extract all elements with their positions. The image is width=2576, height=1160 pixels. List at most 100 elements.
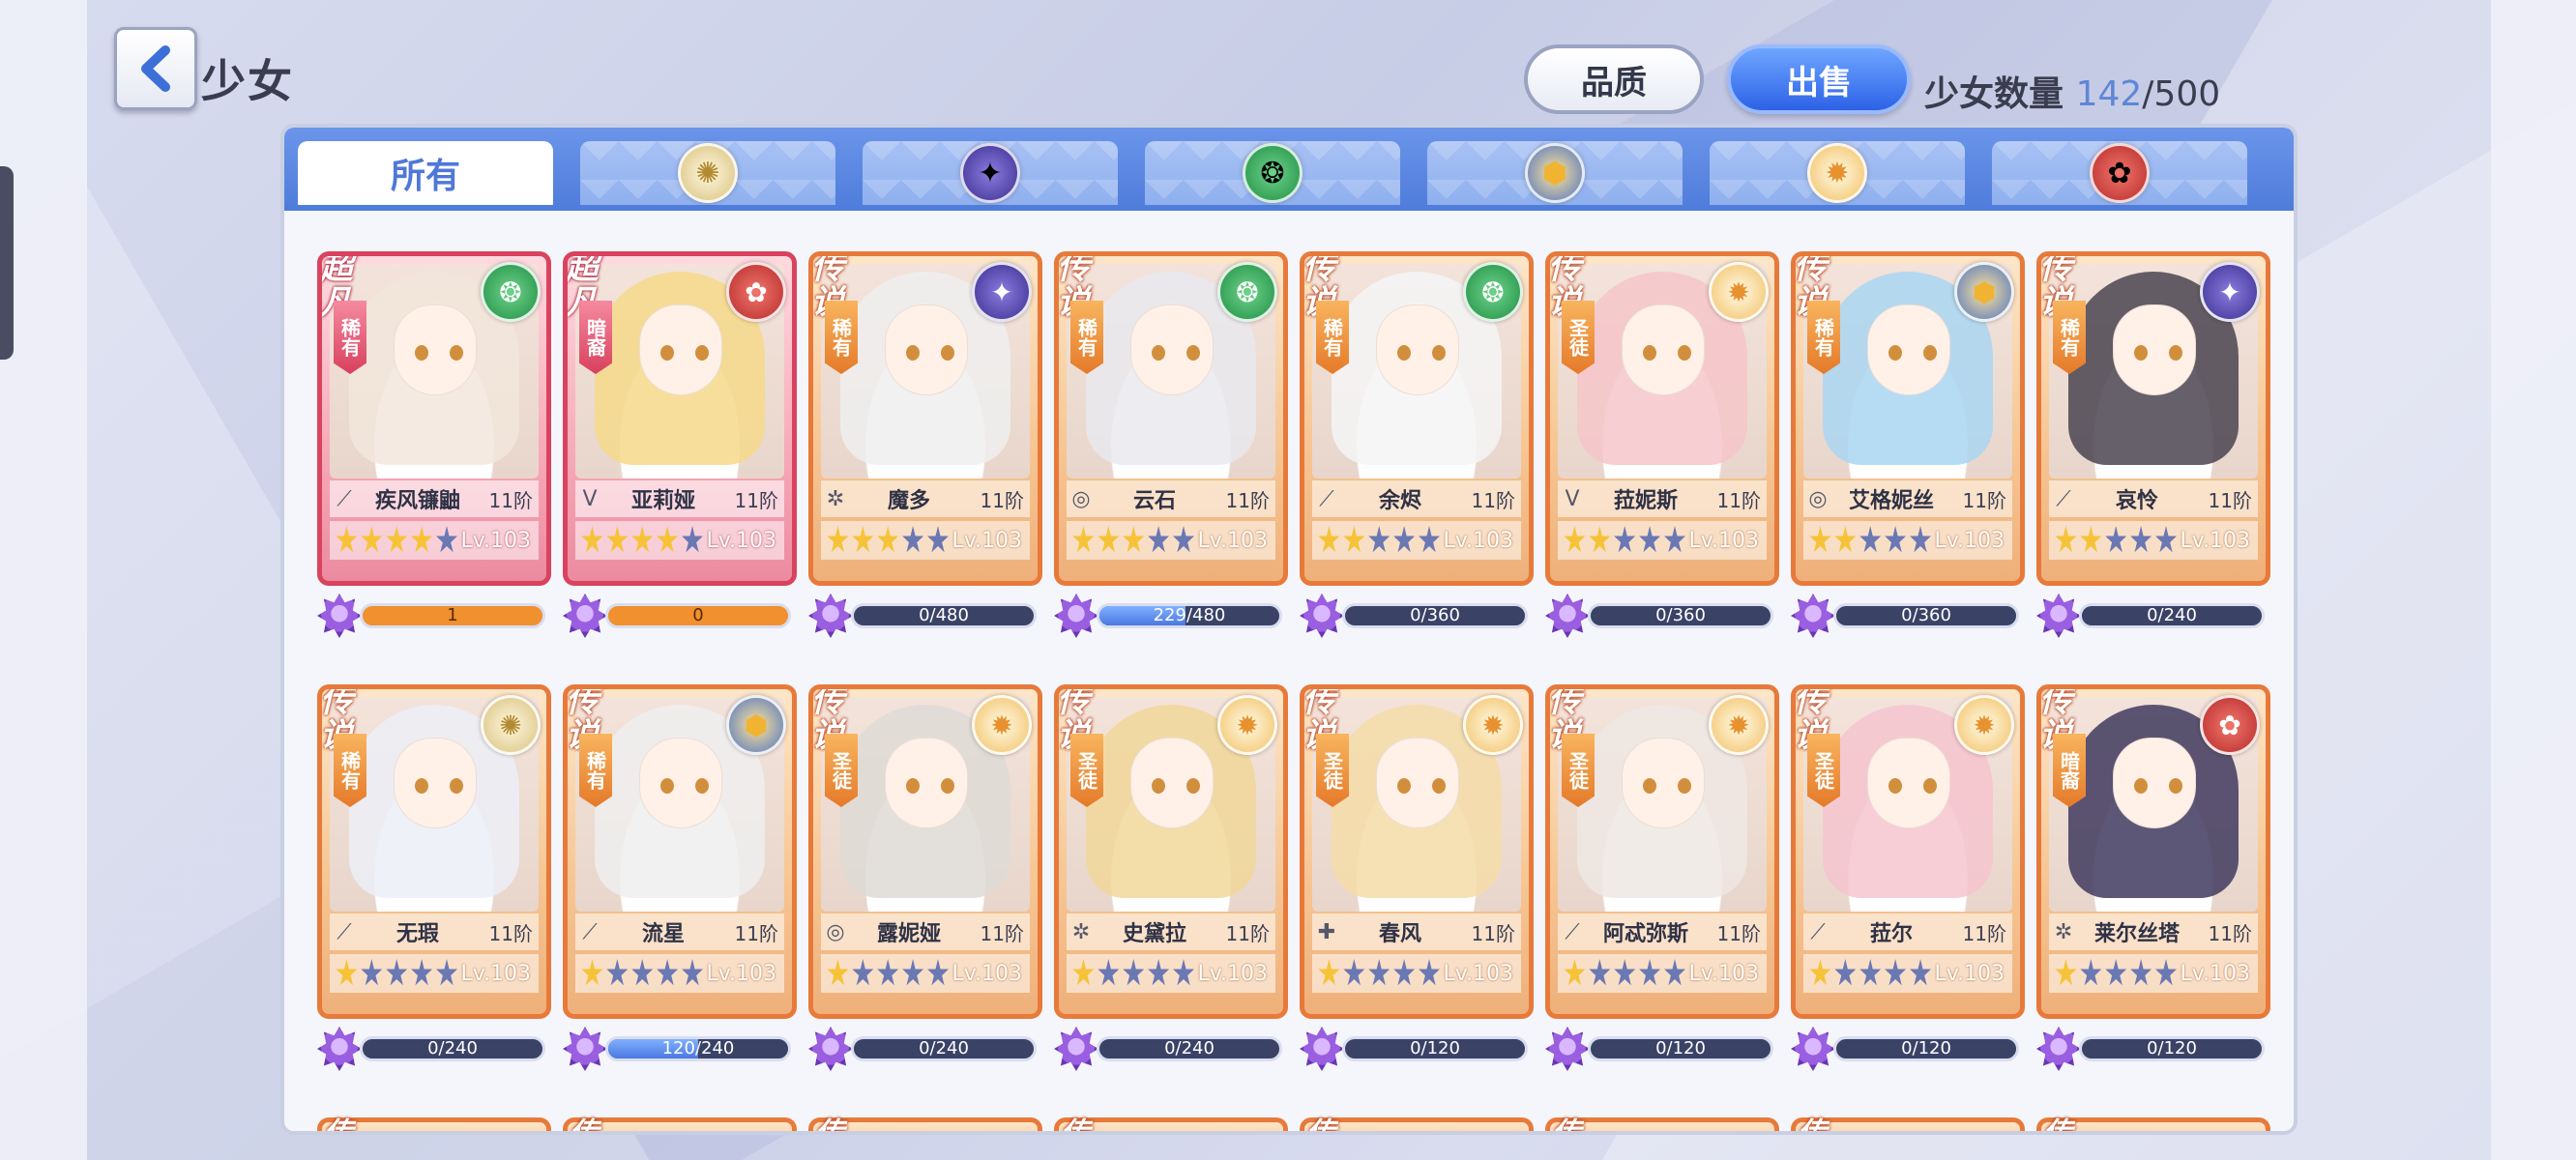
- girl-card-frame[interactable]: 传说圣徒 ✹ ◎ 露妮娅 11阶 Lv.103: [808, 684, 1042, 1019]
- girl-card-frame[interactable]: 传说稀有 ✦ ✲ 魔多 11阶 Lv.103: [808, 251, 1042, 586]
- girl-card-frame[interactable]: 传说稀有 ❂ ◎ 云石 11阶 Lv.103: [1054, 251, 1288, 586]
- fragment-progress: 0/240: [808, 1023, 1042, 1071]
- level-label: Lv.103: [1443, 961, 1514, 986]
- quality-sort-button[interactable]: 品质: [1524, 44, 1704, 114]
- class-icon: ⟋: [2056, 486, 2071, 511]
- fragment-progress: 1: [317, 590, 551, 638]
- fragment-count: 0/240: [2147, 605, 2197, 625]
- girl-card-partial[interactable]: 传: [1791, 1116, 2025, 1131]
- faction-ribbon: 稀有: [334, 301, 366, 374]
- holy-element-icon: ✹: [1463, 695, 1523, 755]
- tier-label: 11阶: [1225, 921, 1270, 945]
- faction-ribbon: 稀有: [2053, 301, 2086, 374]
- side-pull-tab[interactable]: [0, 166, 14, 360]
- rarity-label: 传: [815, 1116, 844, 1135]
- girl-card-frame[interactable]: 传说稀有 ❂ ⟋ 余烬 11阶 Lv.103: [1300, 251, 1534, 586]
- fire-element-icon: ✿: [2090, 143, 2150, 203]
- dark-element-icon: ✦: [972, 262, 1032, 322]
- girl-card-partial[interactable]: 传: [1545, 1116, 1779, 1131]
- class-icon: ⟋: [337, 919, 352, 944]
- star-rating: Lv.103: [330, 954, 539, 993]
- girl-card-frame[interactable]: 传说稀有 ⬢ ⟋ 流星 11阶 Lv.103: [563, 684, 797, 1019]
- girl-card-partial[interactable]: 传: [808, 1116, 1042, 1135]
- girl-card-partial[interactable]: 传: [1300, 1116, 1534, 1131]
- star-icon: [1368, 526, 1390, 553]
- star-rating: Lv.103: [821, 521, 1030, 560]
- star-icon: [827, 526, 849, 553]
- girl-card-partial[interactable]: 传: [2036, 1116, 2270, 1131]
- class-icon: ⟋: [1319, 486, 1334, 511]
- star-icon: [2155, 959, 2177, 986]
- girl-card-frame[interactable]: 传说稀有 ✦ ⟋ 哀怜 11阶 Lv.103: [2036, 251, 2270, 586]
- girl-card-frame[interactable]: 传说稀有 ✺ ⟋ 无瑕 11阶 Lv.103: [317, 684, 551, 1019]
- girl-card-partial[interactable]: 传: [1054, 1116, 1288, 1131]
- tier-label: 11阶: [980, 488, 1024, 512]
- fragment-count: 229/480: [1153, 605, 1226, 625]
- tier-label: 11阶: [1962, 488, 2006, 512]
- fragment-count: 0/360: [1901, 605, 1951, 625]
- star-icon: [1614, 526, 1636, 553]
- star-icon: [581, 959, 603, 986]
- fragment-count: 0/120: [1410, 1038, 1460, 1058]
- fragment-bar: 0/120: [1833, 1036, 2019, 1061]
- sell-button[interactable]: 出售: [1727, 44, 1911, 114]
- star-icon: [1098, 959, 1120, 986]
- element-filter-tabs: 所有 ✺ ✦ ❂ ⬢ ✹ ✿: [284, 128, 2294, 211]
- girl-card-frame[interactable]: 传说暗裔 ✿ ✲ 莱尔丝塔 11阶 Lv.103: [2036, 684, 2270, 1019]
- girl-card-frame[interactable]: 传说圣徒 ✹ ✲ 史黛拉 11阶 Lv.103: [1054, 684, 1288, 1019]
- star-icon: [657, 526, 679, 553]
- fragment-progress: 0/120: [2036, 1023, 2270, 1071]
- tab-all[interactable]: 所有: [298, 141, 553, 205]
- character-name: 余烬: [1378, 489, 1421, 513]
- star-icon: [1664, 526, 1685, 553]
- name-bar: ✚ 春风 11阶: [1312, 914, 1521, 950]
- fragment-bar: 0: [605, 603, 791, 628]
- star-icon: [927, 959, 949, 986]
- dark-element-icon: ✦: [960, 143, 1020, 203]
- back-button[interactable]: [114, 27, 197, 110]
- star-icon: [1343, 959, 1365, 986]
- rarity-badge: 传说稀有: [2041, 256, 2099, 395]
- fragment-progress: 229/480: [1054, 590, 1288, 638]
- tab-earth[interactable]: ⬢: [1427, 141, 1683, 205]
- character-name: 露妮娅: [876, 922, 941, 946]
- faction-ribbon: 稀有: [579, 734, 612, 807]
- girl-card-frame[interactable]: 传说圣徒 ✹ ⟋ 菈尔 11阶 Lv.103: [1791, 684, 2025, 1019]
- girl-card-frame[interactable]: 超凡暗裔 ✿ V 亚莉娅 11阶 Lv.103: [563, 251, 797, 586]
- character-name: 莱尔丝塔: [2093, 922, 2180, 946]
- fragment-gem-icon: [1545, 1027, 1590, 1071]
- fragment-gem-icon: [2036, 1027, 2081, 1071]
- tab-dark[interactable]: ✦: [863, 141, 1118, 205]
- star-icon: [436, 959, 457, 986]
- star-icon: [1419, 526, 1440, 553]
- girl-card-frame[interactable]: 传说圣徒 ✹ ✚ 春风 11阶 Lv.103: [1300, 684, 1534, 1019]
- tier-label: 11阶: [2208, 488, 2252, 512]
- fragment-progress: 0/240: [2036, 590, 2270, 638]
- tier-label: 11阶: [980, 921, 1024, 945]
- star-rating: Lv.103: [1067, 521, 1275, 560]
- star-icon: [581, 526, 603, 553]
- girl-card-frame[interactable]: 传说圣徒 ✹ V 菈妮斯 11阶 Lv.103: [1545, 251, 1779, 586]
- fragment-count: 120/240: [661, 1038, 735, 1058]
- level-label: Lv.103: [460, 961, 532, 986]
- star-icon: [2055, 959, 2077, 986]
- level-label: Lv.103: [1688, 528, 1760, 553]
- fragment-progress: 0/120: [1300, 1023, 1534, 1071]
- star-icon: [1173, 526, 1194, 553]
- light-element-icon: ✺: [481, 695, 541, 755]
- girl-card-frame[interactable]: 传说稀有 ⬢ ◎ 艾格妮丝 11阶 Lv.103: [1791, 251, 2025, 586]
- name-bar: ⟋ 流星 11阶: [575, 914, 784, 950]
- tab-holy[interactable]: ✹: [1710, 141, 1965, 205]
- level-label: Lv.103: [1197, 528, 1269, 553]
- tab-wind[interactable]: ❂: [1145, 141, 1400, 205]
- star-rating: Lv.103: [1803, 521, 2012, 560]
- girl-card-frame[interactable]: 传说圣徒 ✹ ⟋ 阿忒弥斯 11阶 Lv.103: [1545, 684, 1779, 1019]
- character-name: 艾格妮丝: [1848, 489, 1934, 513]
- girl-card-partial[interactable]: 传: [317, 1116, 551, 1131]
- girl-card-partial[interactable]: 传: [563, 1116, 797, 1131]
- star-icon: [902, 959, 924, 986]
- star-icon: [1072, 526, 1095, 553]
- tab-light[interactable]: ✺: [580, 141, 835, 205]
- girl-card-frame[interactable]: 超凡稀有 ❂ ⟋ 疾风镰鼬 11阶 Lv.103: [317, 251, 551, 586]
- tab-fire[interactable]: ✿: [1992, 141, 2247, 205]
